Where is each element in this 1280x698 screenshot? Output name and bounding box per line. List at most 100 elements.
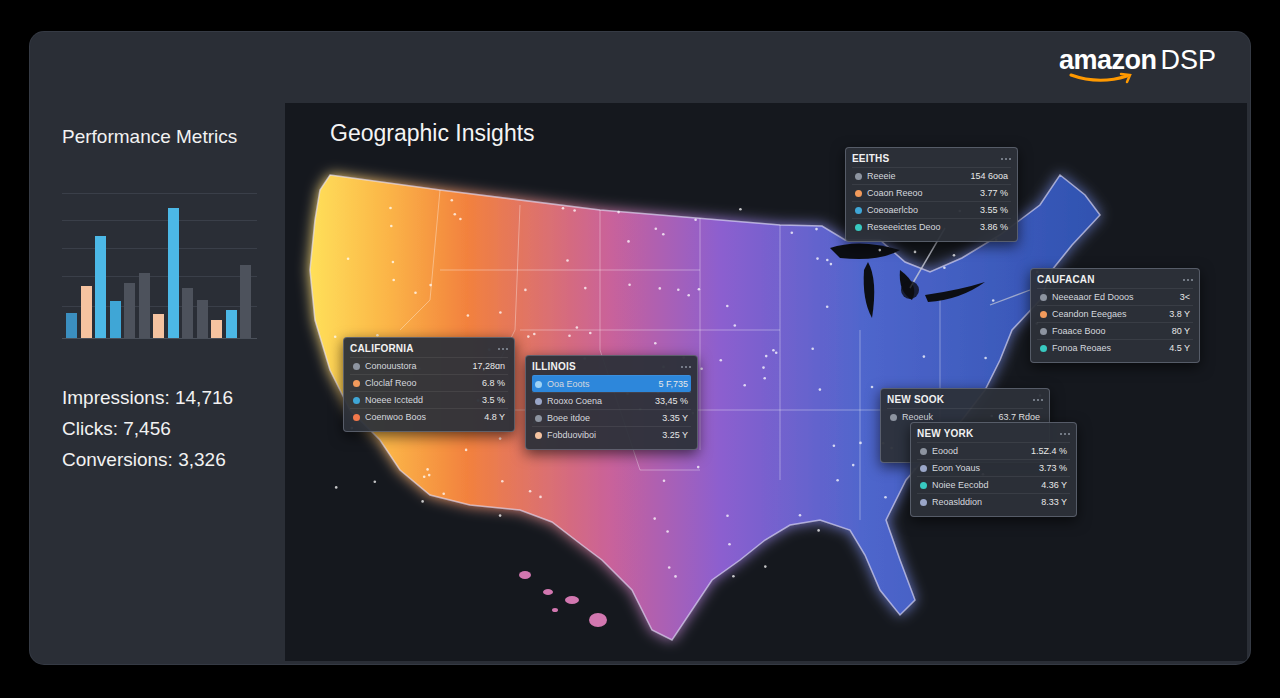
chart-gridline — [62, 276, 257, 277]
row-label: Neeeaaor Ed Dooos — [1052, 292, 1175, 302]
sidebar-title: Performance Metrics — [62, 126, 285, 148]
metrics-sidebar: Performance Metrics Impressions: 14,716 Cl… — [30, 103, 285, 664]
row-value: 8.33 Y — [1041, 497, 1067, 507]
row-label: Reoaslddion — [932, 497, 1036, 507]
chart-bar — [81, 286, 92, 338]
region-card[interactable]: CAUFACAN Neeeaaor Ed Dooos 3< Ceandon Eeega… — [1030, 268, 1200, 363]
status-dot-icon — [920, 499, 927, 506]
card-row[interactable]: Reoaslddion 8.33 Y — [917, 493, 1070, 510]
card-title: CAUFACAN — [1037, 274, 1095, 285]
card-row[interactable]: Rooxo Coena33,45 % — [532, 392, 691, 409]
card-row[interactable]: Reeeie154 6ooa — [852, 167, 1011, 184]
more-menu-icon[interactable] — [1060, 433, 1070, 435]
more-menu-icon[interactable] — [498, 348, 508, 350]
card-title: EEITHS — [852, 153, 889, 164]
row-value: 3< — [1180, 292, 1190, 302]
smile-arrow-icon — [1067, 72, 1137, 84]
row-label: Ooa Eoots — [547, 379, 653, 389]
row-value: 80 Y — [1172, 326, 1190, 336]
card-row[interactable]: Noeee Icctedd3.5 % — [350, 391, 508, 408]
card-row[interactable]: Fonoa Reoaes4.5 Y — [1037, 339, 1193, 356]
region-card[interactable]: ILLINOISOoa Eoots5 F,735Rooxo Coena33,45… — [525, 355, 698, 450]
card-row[interactable]: Eoon Yoaus 3.73 % — [917, 459, 1070, 476]
row-value: 3.73 % — [1039, 463, 1067, 473]
chart-bar — [110, 301, 121, 338]
more-menu-icon[interactable] — [1033, 399, 1043, 401]
row-value: 4.36 Y — [1041, 480, 1067, 490]
card-row[interactable]: Noiee Eecobd4.36 Y — [917, 476, 1070, 493]
chart-bar — [182, 288, 193, 338]
status-dot-icon — [353, 380, 360, 387]
more-menu-icon[interactable] — [1001, 158, 1011, 160]
row-value: 17,28ɑn — [472, 361, 505, 371]
status-dot-icon — [855, 224, 862, 231]
card-row[interactable]: Ceandon Eeegaes3.8 Y — [1037, 305, 1193, 322]
card-title: NEW SOOK — [887, 394, 944, 405]
row-label: Eoood — [932, 446, 1026, 456]
card-row[interactable]: Fobduoviboi3.25 Y — [532, 426, 691, 443]
status-dot-icon — [353, 414, 360, 421]
metric-item: Clicks: 7,456 — [62, 418, 285, 440]
chart-bar — [95, 236, 106, 338]
status-dot-icon — [1040, 294, 1047, 301]
row-value: 3.35 Y — [662, 413, 688, 423]
row-label: Eoon Yoaus — [932, 463, 1034, 473]
row-value: 3.86 % — [980, 222, 1008, 232]
row-label: Foaace Booo — [1052, 326, 1167, 336]
row-label: Boee itdoe — [547, 413, 657, 423]
status-dot-icon — [855, 207, 862, 214]
card-header: EEITHS — [852, 153, 1011, 164]
card-header: CALIFORNIA — [350, 343, 508, 354]
card-row[interactable]: Ooa Eoots 5 F,735 — [532, 375, 691, 392]
region-card[interactable]: NEW YORK Eoood 1.5Z.4 % Eoon Yoaus 3.73 % Noi… — [910, 422, 1077, 517]
chart-bar — [240, 265, 251, 338]
card-row[interactable]: Reseeeictes Deoo3.86 % — [852, 218, 1011, 235]
card-header: CAUFACAN — [1037, 274, 1193, 285]
status-dot-icon — [920, 465, 927, 472]
status-dot-icon — [535, 415, 542, 422]
row-value: 4.5 Y — [1169, 343, 1190, 353]
header-bar: amazonDSP — [30, 32, 1250, 103]
card-row[interactable]: Boee itdoe 3.35 Y — [532, 409, 691, 426]
more-menu-icon[interactable] — [681, 366, 691, 368]
row-label: Fobduoviboi — [547, 430, 657, 440]
card-row[interactable]: Eoood 1.5Z.4 % — [917, 442, 1070, 459]
status-dot-icon — [1040, 328, 1047, 335]
row-label: Coaon Reeoo — [867, 188, 975, 198]
metric-item: Conversions: 3,326 — [62, 449, 285, 471]
card-row[interactable]: Neeeaaor Ed Dooos 3< — [1037, 288, 1193, 305]
row-value: 1.5Z.4 % — [1031, 446, 1067, 456]
chart-gridline — [62, 248, 257, 249]
row-label: Reoeuk — [902, 412, 993, 422]
region-card[interactable]: EEITHS Reeeie154 6ooa Coaon Reeoo 3.77 % Coe… — [845, 147, 1018, 242]
card-title: NEW YORK — [917, 428, 973, 439]
row-value: 3.55 % — [980, 205, 1008, 215]
card-row[interactable]: Coeoaerlcbo3.55 % — [852, 201, 1011, 218]
region-card[interactable]: CALIFORNIA Conouustora 17,28ɑn Cloclaf Reoo… — [343, 337, 515, 432]
logo-product: DSP — [1160, 45, 1216, 76]
logo-text: amazonDSP — [1059, 45, 1216, 76]
card-row[interactable]: Coaon Reeoo 3.77 % — [852, 184, 1011, 201]
chart-gridline — [62, 220, 257, 221]
row-label: Reeeie — [867, 171, 965, 181]
row-value: 3.77 % — [980, 188, 1008, 198]
status-dot-icon — [1040, 345, 1047, 352]
chart-gridline — [62, 193, 257, 194]
map-panel: Geographic InsightsEEITHSReeeie154 6ooaC… — [285, 103, 1247, 661]
status-dot-icon — [920, 482, 927, 489]
metric-item: Impressions: 14,716 — [62, 387, 285, 409]
row-label: Coenwoo Boos — [365, 412, 479, 422]
row-label: Conouustora — [365, 361, 467, 371]
card-row[interactable]: Coenwoo Boos4.8 Y — [350, 408, 508, 425]
status-dot-icon — [353, 397, 360, 404]
status-dot-icon — [855, 173, 862, 180]
card-row[interactable]: Foaace Booo 80 Y — [1037, 322, 1193, 339]
bar-chart — [62, 193, 257, 339]
card-row[interactable]: Cloclaf Reoo6.8 % — [350, 374, 508, 391]
chart-bar — [211, 320, 222, 338]
status-dot-icon — [890, 414, 897, 421]
row-value: 5 F,735 — [658, 379, 688, 389]
more-menu-icon[interactable] — [1183, 279, 1193, 281]
row-label: Ceandon Eeegaes — [1052, 309, 1164, 319]
card-row[interactable]: Conouustora 17,28ɑn — [350, 357, 508, 374]
